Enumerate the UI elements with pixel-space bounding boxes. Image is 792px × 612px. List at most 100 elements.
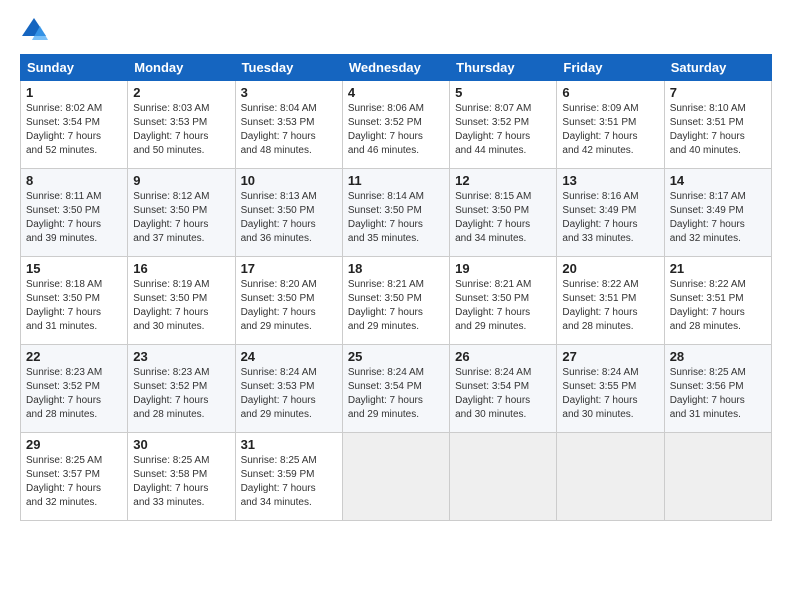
cell-info: Sunrise: 8:15 AMSunset: 3:50 PMDaylight:… (455, 190, 551, 246)
table-row: 12 Sunrise: 8:15 AMSunset: 3:50 PMDayligh… (450, 169, 557, 257)
cell-info: Sunrise: 8:20 AMSunset: 3:50 PMDaylight:… (241, 278, 337, 334)
table-row: 8 Sunrise: 8:11 AMSunset: 3:50 PMDaylight… (21, 169, 128, 257)
weekday-tuesday: Tuesday (235, 55, 342, 81)
day-number: 1 (26, 85, 122, 100)
table-row: 24Sunrise: 8:24 AMSunset: 3:53 PMDayligh… (235, 345, 342, 433)
table-row: 27 Sunrise: 8:24 AMSunset: 3:55 PMDayligh… (557, 345, 664, 433)
table-row: 10Sunrise: 8:13 AMSunset: 3:50 PMDayligh… (235, 169, 342, 257)
day-number: 2 (133, 85, 229, 100)
cell-info: Sunrise: 8:03 AMSunset: 3:53 PMDaylight:… (133, 102, 229, 158)
day-number: 26 (455, 349, 551, 364)
table-row: 7 Sunrise: 8:10 AMSunset: 3:51 PMDaylight… (664, 81, 771, 169)
weekday-thursday: Thursday (450, 55, 557, 81)
day-number: 16 (133, 261, 229, 276)
day-number: 17 (241, 261, 337, 276)
table-row: 4 Sunrise: 8:06 AMSunset: 3:52 PMDaylight… (342, 81, 449, 169)
table-row: 14Sunrise: 8:17 AMSunset: 3:49 PMDayligh… (664, 169, 771, 257)
cell-info: Sunrise: 8:24 AMSunset: 3:55 PMDaylight:… (562, 366, 658, 422)
table-row: 28 Sunrise: 8:25 AMSunset: 3:56 PMDayligh… (664, 345, 771, 433)
header (20, 16, 772, 44)
table-row: 19 Sunrise: 8:21 AMSunset: 3:50 PMDayligh… (450, 257, 557, 345)
table-row: 29 Sunrise: 8:25 AMSunset: 3:57 PMDayligh… (21, 433, 128, 521)
day-number: 23 (133, 349, 229, 364)
cell-info: Sunrise: 8:22 AMSunset: 3:51 PMDaylight:… (562, 278, 658, 334)
cell-info: Sunrise: 8:23 AMSunset: 3:52 PMDaylight:… (26, 366, 122, 422)
weekday-saturday: Saturday (664, 55, 771, 81)
table-row: 25 Sunrise: 8:24 AMSunset: 3:54 PMDayligh… (342, 345, 449, 433)
day-number: 9 (133, 173, 229, 188)
cell-info: Sunrise: 8:16 AMSunset: 3:49 PMDaylight:… (562, 190, 658, 246)
table-row: 2 Sunrise: 8:03 AMSunset: 3:53 PMDaylight… (128, 81, 235, 169)
day-number: 13 (562, 173, 658, 188)
cell-info: Sunrise: 8:12 AMSunset: 3:50 PMDaylight:… (133, 190, 229, 246)
table-row: 15Sunrise: 8:18 AMSunset: 3:50 PMDayligh… (21, 257, 128, 345)
cell-info: Sunrise: 8:25 AMSunset: 3:56 PMDaylight:… (670, 366, 766, 422)
day-number: 8 (26, 173, 122, 188)
day-number: 11 (348, 173, 444, 188)
weekday-sunday: Sunday (21, 55, 128, 81)
table-row (450, 433, 557, 521)
table-row: 6Sunrise: 8:09 AMSunset: 3:51 PMDaylight… (557, 81, 664, 169)
calendar: SundayMondayTuesdayWednesdayThursdayFrid… (20, 54, 772, 521)
day-number: 5 (455, 85, 551, 100)
table-row: 23 Sunrise: 8:23 AMSunset: 3:52 PMDayligh… (128, 345, 235, 433)
calendar-week-2: 8 Sunrise: 8:11 AMSunset: 3:50 PMDaylight… (21, 169, 772, 257)
table-row (557, 433, 664, 521)
table-row: 18 Sunrise: 8:21 AMSunset: 3:50 PMDayligh… (342, 257, 449, 345)
cell-info: Sunrise: 8:23 AMSunset: 3:52 PMDaylight:… (133, 366, 229, 422)
cell-info: Sunrise: 8:25 AMSunset: 3:59 PMDaylight:… (241, 454, 337, 510)
table-row: 30Sunrise: 8:25 AMSunset: 3:58 PMDayligh… (128, 433, 235, 521)
cell-info: Sunrise: 8:13 AMSunset: 3:50 PMDaylight:… (241, 190, 337, 246)
calendar-week-3: 15Sunrise: 8:18 AMSunset: 3:50 PMDayligh… (21, 257, 772, 345)
cell-info: Sunrise: 8:04 AMSunset: 3:53 PMDaylight:… (241, 102, 337, 158)
day-number: 19 (455, 261, 551, 276)
day-number: 27 (562, 349, 658, 364)
day-number: 31 (241, 437, 337, 452)
table-row: 9 Sunrise: 8:12 AMSunset: 3:50 PMDaylight… (128, 169, 235, 257)
day-number: 7 (670, 85, 766, 100)
weekday-monday: Monday (128, 55, 235, 81)
cell-info: Sunrise: 8:06 AMSunset: 3:52 PMDaylight:… (348, 102, 444, 158)
day-number: 12 (455, 173, 551, 188)
calendar-week-4: 22 Sunrise: 8:23 AMSunset: 3:52 PMDayligh… (21, 345, 772, 433)
cell-info: Sunrise: 8:24 AMSunset: 3:54 PMDaylight:… (455, 366, 551, 422)
page: SundayMondayTuesdayWednesdayThursdayFrid… (0, 0, 792, 612)
table-row: 22 Sunrise: 8:23 AMSunset: 3:52 PMDayligh… (21, 345, 128, 433)
day-number: 3 (241, 85, 337, 100)
weekday-header-row: SundayMondayTuesdayWednesdayThursdayFrid… (21, 55, 772, 81)
cell-info: Sunrise: 8:21 AMSunset: 3:50 PMDaylight:… (455, 278, 551, 334)
day-number: 18 (348, 261, 444, 276)
table-row (664, 433, 771, 521)
cell-info: Sunrise: 8:25 AMSunset: 3:57 PMDaylight:… (26, 454, 122, 510)
weekday-friday: Friday (557, 55, 664, 81)
day-number: 20 (562, 261, 658, 276)
logo (20, 16, 52, 44)
cell-info: Sunrise: 8:10 AMSunset: 3:51 PMDaylight:… (670, 102, 766, 158)
cell-info: Sunrise: 8:17 AMSunset: 3:49 PMDaylight:… (670, 190, 766, 246)
cell-info: Sunrise: 8:14 AMSunset: 3:50 PMDaylight:… (348, 190, 444, 246)
day-number: 29 (26, 437, 122, 452)
table-row (342, 433, 449, 521)
cell-info: Sunrise: 8:19 AMSunset: 3:50 PMDaylight:… (133, 278, 229, 334)
table-row: 5Sunrise: 8:07 AMSunset: 3:52 PMDaylight… (450, 81, 557, 169)
cell-info: Sunrise: 8:22 AMSunset: 3:51 PMDaylight:… (670, 278, 766, 334)
calendar-week-5: 29 Sunrise: 8:25 AMSunset: 3:57 PMDayligh… (21, 433, 772, 521)
cell-info: Sunrise: 8:02 AMSunset: 3:54 PMDaylight:… (26, 102, 122, 158)
table-row: 3 Sunrise: 8:04 AMSunset: 3:53 PMDaylight… (235, 81, 342, 169)
table-row: 16 Sunrise: 8:19 AMSunset: 3:50 PMDayligh… (128, 257, 235, 345)
day-number: 25 (348, 349, 444, 364)
day-number: 24 (241, 349, 337, 364)
table-row: 11 Sunrise: 8:14 AMSunset: 3:50 PMDayligh… (342, 169, 449, 257)
day-number: 21 (670, 261, 766, 276)
cell-info: Sunrise: 8:18 AMSunset: 3:50 PMDaylight:… (26, 278, 122, 334)
day-number: 22 (26, 349, 122, 364)
day-number: 30 (133, 437, 229, 452)
day-number: 28 (670, 349, 766, 364)
cell-info: Sunrise: 8:11 AMSunset: 3:50 PMDaylight:… (26, 190, 122, 246)
table-row: 21 Sunrise: 8:22 AMSunset: 3:51 PMDayligh… (664, 257, 771, 345)
weekday-wednesday: Wednesday (342, 55, 449, 81)
cell-info: Sunrise: 8:24 AMSunset: 3:54 PMDaylight:… (348, 366, 444, 422)
calendar-week-1: 1 Sunrise: 8:02 AMSunset: 3:54 PMDaylight… (21, 81, 772, 169)
cell-info: Sunrise: 8:21 AMSunset: 3:50 PMDaylight:… (348, 278, 444, 334)
day-number: 4 (348, 85, 444, 100)
